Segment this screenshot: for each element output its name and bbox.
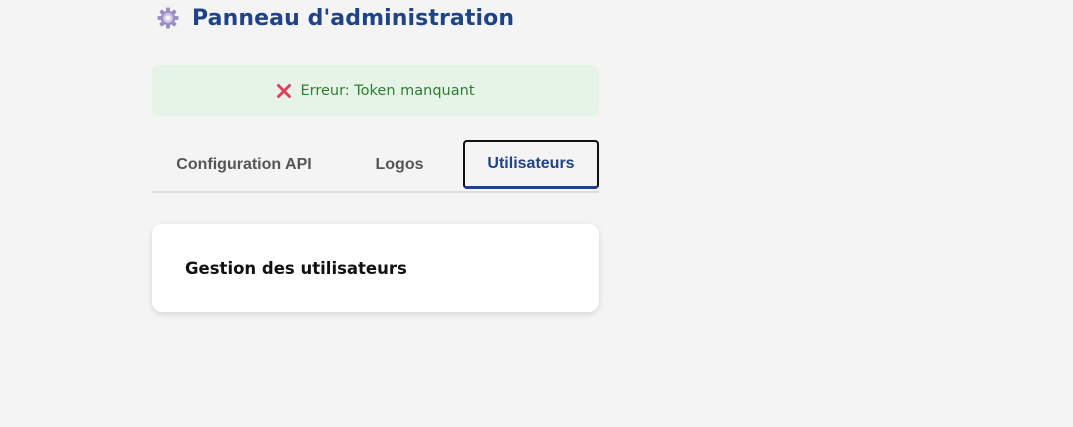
page-header: Panneau d'administration [156,4,514,32]
users-card: Gestion des utilisateurs [152,224,599,312]
tab-bar: Configuration API Logos Utilisateurs [152,140,599,193]
alert-message: Erreur: Token manquant [300,82,475,99]
gear-icon [156,6,180,30]
tab-logos[interactable]: Logos [336,140,463,189]
page-title: Panneau d'administration [192,5,515,31]
error-alert: Erreur: Token manquant [152,65,599,116]
tab-utilisateurs[interactable]: Utilisateurs [463,140,599,189]
tab-configuration-api[interactable]: Configuration API [152,140,336,189]
cross-mark-icon [276,83,292,99]
card-title: Gestion des utilisateurs [185,259,407,278]
